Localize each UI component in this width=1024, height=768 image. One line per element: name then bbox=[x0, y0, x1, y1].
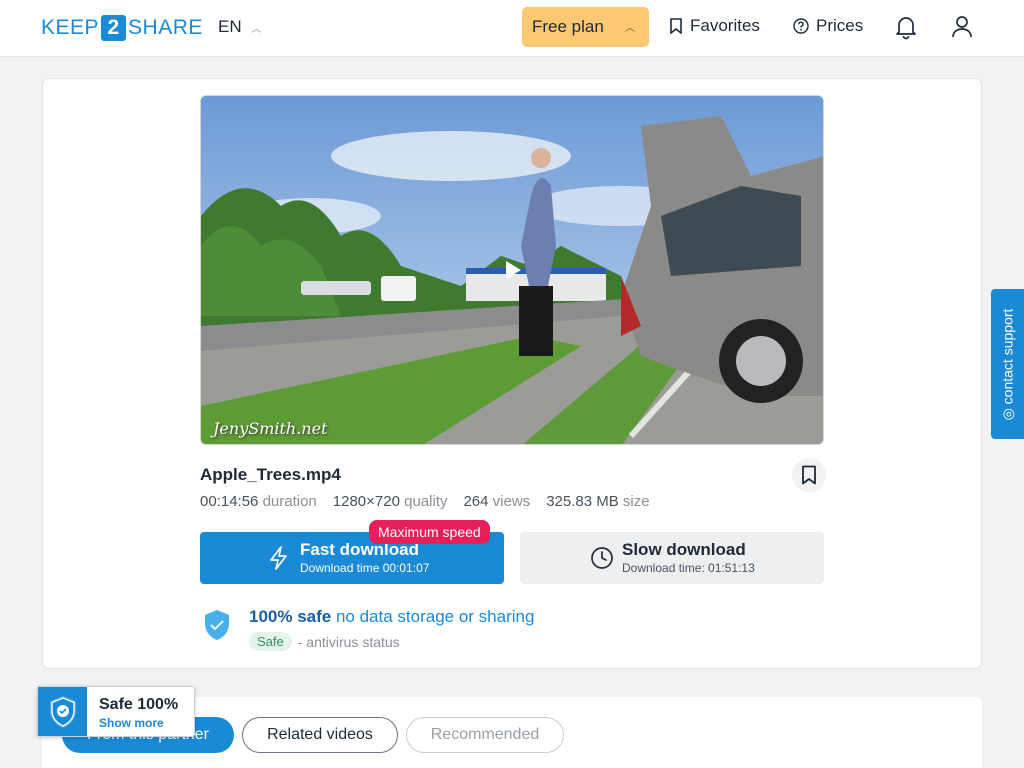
shield-check-icon bbox=[49, 695, 76, 728]
file-meta: 00:14:56 duration 1280×720 quality 264 v… bbox=[200, 493, 650, 510]
shield-check-icon bbox=[205, 610, 229, 640]
file-name: Apple_Trees.mp4 bbox=[200, 465, 341, 484]
help-circle-icon bbox=[793, 18, 809, 34]
video-player[interactable]: JenySmith.net bbox=[200, 95, 824, 445]
chevron-up-icon: ︿ bbox=[251, 23, 262, 35]
lightning-icon bbox=[270, 546, 287, 570]
slow-download-button[interactable]: Slow download Download time: 01:51:13 bbox=[520, 532, 824, 584]
meta-views: 264 views bbox=[463, 493, 530, 510]
bookmark-icon bbox=[670, 18, 682, 34]
fast-download-time: Download time 00:01:07 bbox=[300, 561, 430, 575]
tab-related-videos[interactable]: Related videos bbox=[242, 717, 398, 753]
safety-headline-bold: 100% safe bbox=[249, 607, 332, 626]
favorites-link[interactable]: Favorites bbox=[669, 16, 760, 36]
language-selector[interactable]: EN ︿ bbox=[218, 17, 262, 37]
antivirus-status: Safe - antivirus status bbox=[249, 632, 400, 651]
add-to-favorites-button[interactable] bbox=[792, 458, 826, 492]
meta-quality: 1280×720 quality bbox=[333, 493, 448, 510]
logo-share: SHARE bbox=[128, 16, 203, 39]
views-label: views bbox=[492, 493, 531, 510]
contact-support-text: contact support bbox=[999, 308, 1015, 404]
size-value: 325.83 MB bbox=[546, 493, 619, 510]
user-icon bbox=[952, 16, 972, 38]
header: KEEP 2 SHARE EN ︿ Free plan ︿ Favorites … bbox=[0, 0, 1024, 57]
quality-label: quality bbox=[404, 493, 448, 510]
prices-link[interactable]: Prices bbox=[793, 16, 863, 36]
file-card: JenySmith.net Apple_Trees.mp4 00:14:56 d… bbox=[42, 78, 982, 669]
antivirus-status-text: - antivirus status bbox=[297, 633, 400, 650]
bookmark-icon bbox=[802, 465, 816, 485]
views-value: 264 bbox=[463, 493, 489, 510]
tab-recommended[interactable]: Recommended bbox=[406, 717, 564, 753]
chevron-up-icon: ︿ bbox=[625, 23, 635, 34]
slow-download-title: Slow download bbox=[622, 540, 746, 559]
clock-icon bbox=[591, 547, 613, 569]
prices-label: Prices bbox=[816, 16, 864, 35]
notifications-button[interactable] bbox=[894, 14, 918, 45]
safety-headline-rest: no data storage or sharing bbox=[335, 607, 535, 626]
video-watermark: JenySmith.net bbox=[213, 419, 328, 438]
play-icon[interactable] bbox=[506, 261, 521, 279]
meta-size: 325.83 MB size bbox=[546, 493, 649, 510]
duration-value: 00:14:56 bbox=[200, 493, 259, 510]
safety-headline: 100% safe no data storage or sharing bbox=[249, 607, 534, 627]
contact-support-button[interactable]: ◎ contact support bbox=[991, 289, 1024, 439]
bell-icon bbox=[896, 17, 916, 40]
favorites-label: Favorites bbox=[690, 16, 760, 35]
safe-badge[interactable]: Safe 100% Show more bbox=[37, 686, 195, 737]
safe-badge-shield bbox=[38, 687, 87, 736]
account-button[interactable] bbox=[950, 14, 974, 45]
safe-badge-show-more[interactable]: Show more bbox=[99, 716, 164, 730]
meta-duration: 00:14:56 duration bbox=[200, 493, 317, 510]
language-label: EN bbox=[218, 17, 242, 36]
status-badge: Safe bbox=[249, 632, 292, 651]
free-plan-label: Free plan bbox=[532, 17, 604, 36]
logo[interactable]: KEEP 2 SHARE bbox=[41, 15, 203, 41]
slow-download-time: Download time: 01:51:13 bbox=[622, 561, 755, 575]
size-label: size bbox=[622, 493, 650, 510]
contact-support-label: ◎ contact support bbox=[999, 308, 1015, 420]
logo-two: 2 bbox=[101, 15, 127, 41]
free-plan-button[interactable]: Free plan ︿ bbox=[522, 7, 649, 47]
safe-badge-title: Safe 100% bbox=[99, 696, 179, 713]
logo-keep: KEEP bbox=[41, 16, 100, 39]
quality-value: 1280×720 bbox=[332, 493, 400, 510]
maximum-speed-badge: Maximum speed bbox=[369, 520, 490, 544]
duration-label: duration bbox=[262, 493, 317, 510]
